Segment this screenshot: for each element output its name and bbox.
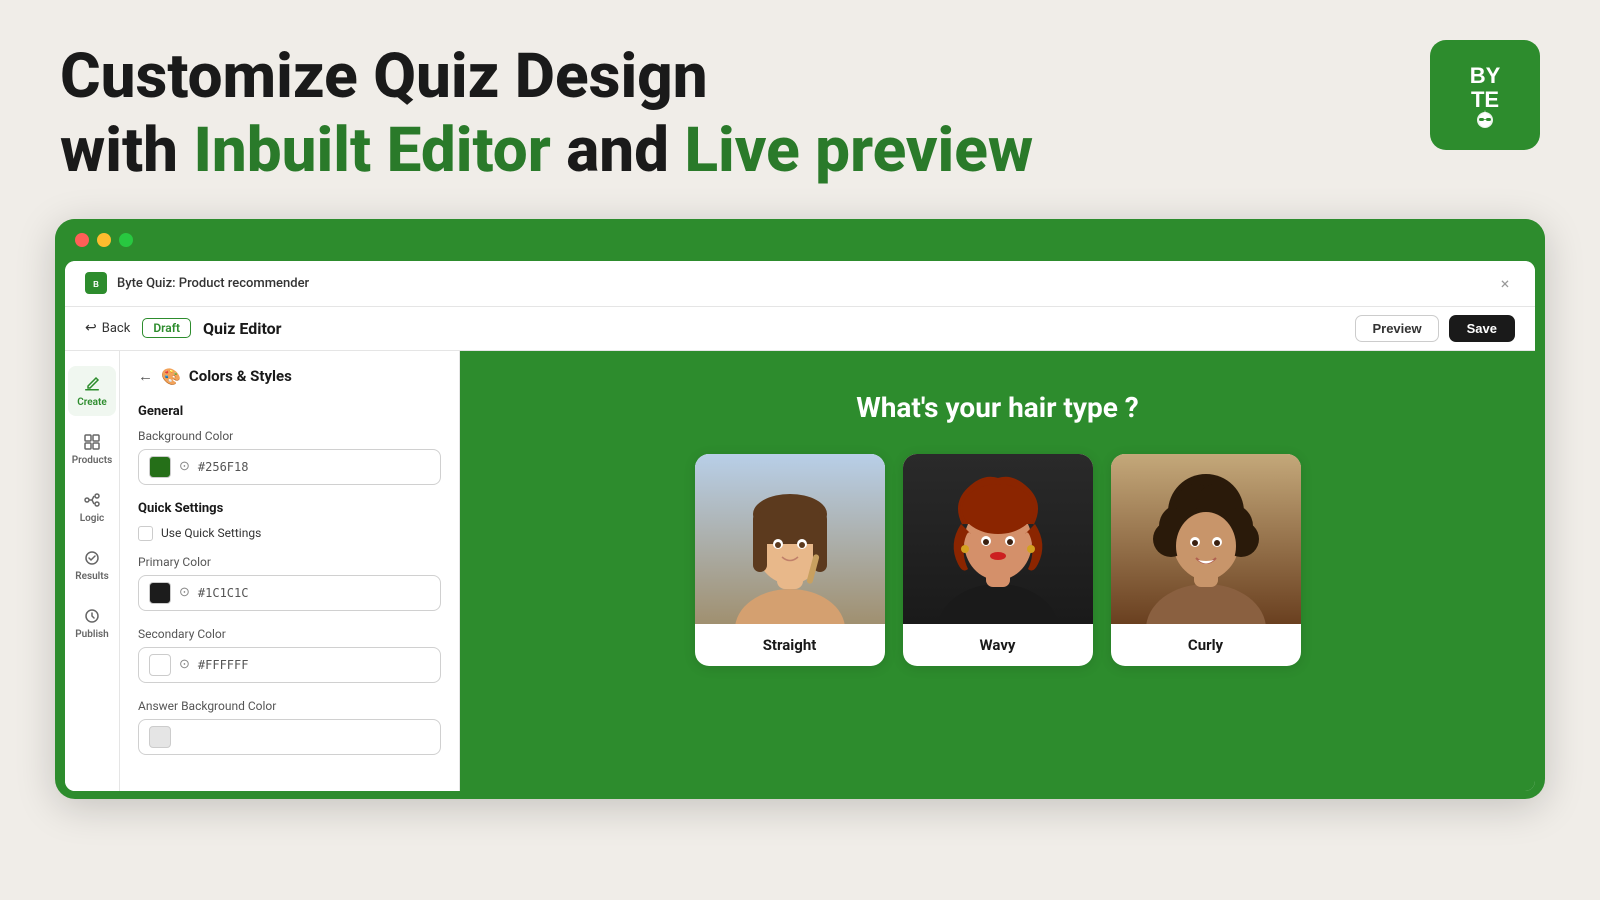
dot-red[interactable] (75, 233, 89, 247)
app-topbar-left: B Byte Quiz: Product recommender (85, 272, 309, 294)
svg-text:BY: BY (1470, 63, 1501, 88)
answer-label-curly: Curly (1188, 624, 1223, 666)
svg-text:TE: TE (1471, 87, 1499, 112)
browser-window: B Byte Quiz: Product recommender × ↩ Bac… (55, 219, 1545, 799)
primary-color-icon: ⊙ (179, 585, 190, 600)
panel-header: ← 🎨 Colors & Styles (138, 367, 441, 386)
primary-color-value: #1C1C1C (198, 586, 249, 600)
dot-yellow[interactable] (97, 233, 111, 247)
answer-bg-color-label: Answer Background Color (138, 699, 441, 713)
sidebar-item-logic-label: Logic (80, 513, 105, 524)
use-quick-settings-label: Use Quick Settings (161, 526, 261, 540)
answer-bg-color-swatch (149, 726, 171, 748)
use-quick-settings-checkbox[interactable] (138, 526, 153, 541)
sidebar-item-products-label: Products (72, 455, 112, 466)
secondary-color-swatch (149, 654, 171, 676)
settings-panel: ← 🎨 Colors & Styles General Background C… (120, 351, 460, 791)
panel-title: Colors & Styles (189, 367, 292, 385)
answer-image-straight (695, 454, 885, 624)
background-color-label: Background Color (138, 429, 441, 443)
save-button[interactable]: Save (1449, 315, 1515, 342)
close-button[interactable]: × (1495, 273, 1515, 293)
answer-cards-container: Straight (695, 454, 1301, 666)
answer-label-wavy: Wavy (980, 624, 1016, 666)
wavy-portrait-svg (903, 454, 1093, 624)
app-icon-svg: B (89, 276, 103, 290)
primary-color-swatch (149, 582, 171, 604)
browser-titlebar (55, 219, 1545, 261)
straight-portrait-svg (695, 454, 885, 624)
quick-settings-label: Quick Settings (138, 501, 441, 516)
app-title-icon: B (85, 272, 107, 294)
quiz-question: What's your hair type ? (856, 391, 1139, 424)
answer-bg-color-input[interactable] (138, 719, 441, 755)
create-icon (82, 374, 102, 394)
preview-button[interactable]: Preview (1355, 315, 1438, 342)
app-title-text: Byte Quiz: Product recommender (117, 276, 309, 291)
hero-title: Customize Quiz Design with Inbuilt Edito… (60, 40, 1540, 189)
back-label: Back (102, 321, 131, 336)
hero-green2: Live preview (684, 114, 1033, 187)
secondary-color-label: Secondary Color (138, 627, 441, 641)
app-window: B Byte Quiz: Product recommender × ↩ Bac… (65, 261, 1535, 791)
answer-label-straight: Straight (763, 624, 817, 666)
app-topbar: B Byte Quiz: Product recommender × (65, 261, 1535, 307)
panel-back-icon[interactable]: ← (138, 367, 153, 385)
answer-image-curly (1111, 454, 1301, 624)
answer-card-wavy[interactable]: Wavy (903, 454, 1093, 666)
sidebar-item-publish-label: Publish (75, 629, 109, 640)
sidebar-item-create-label: Create (77, 397, 107, 408)
sidebar-item-results[interactable]: Results (68, 540, 116, 590)
quiz-preview-area: What's your hair type ? (460, 351, 1535, 791)
svg-text:B: B (93, 280, 99, 289)
curly-portrait-svg (1111, 454, 1301, 624)
color-picker-icon: ⊙ (179, 459, 190, 474)
hero-line1: Customize Quiz Design (60, 40, 708, 113)
hero-line2-middle: and (551, 114, 685, 187)
answer-card-straight[interactable]: Straight (695, 454, 885, 666)
secondary-color-value: #FFFFFF (198, 658, 249, 672)
app-toolbar: ↩ Back Draft Quiz Editor Preview Save (65, 307, 1535, 351)
primary-color-input[interactable]: ⊙ #1C1C1C (138, 575, 441, 611)
background-color-swatch (149, 456, 171, 478)
sidebar-item-logic[interactable]: Logic (68, 482, 116, 532)
logic-icon (82, 490, 102, 510)
use-quick-settings-row[interactable]: Use Quick Settings (138, 526, 441, 541)
general-section-label: General (138, 404, 441, 419)
back-button[interactable]: ↩ Back (85, 320, 130, 336)
primary-color-label: Primary Color (138, 555, 441, 569)
quiz-editor-title: Quiz Editor (203, 319, 282, 338)
logo-badge: BY TE (1430, 40, 1540, 150)
panel-title-icon: 🎨 (161, 367, 181, 386)
publish-icon (82, 606, 102, 626)
sidebar-nav: Create Products Logic (65, 351, 120, 791)
back-arrow-icon: ↩ (85, 320, 97, 336)
hero-line2-prefix: with (60, 114, 193, 187)
sidebar-item-products[interactable]: Products (68, 424, 116, 474)
background-color-value: #256F18 (198, 460, 249, 474)
answer-card-curly[interactable]: Curly (1111, 454, 1301, 666)
answer-image-wavy (903, 454, 1093, 624)
results-icon (82, 548, 102, 568)
hero-section: Customize Quiz Design with Inbuilt Edito… (0, 0, 1600, 219)
toolbar-right: Preview Save (1355, 315, 1515, 342)
draft-badge: Draft (142, 318, 191, 338)
sidebar-item-create[interactable]: Create (68, 366, 116, 416)
products-icon (82, 432, 102, 452)
hero-green1: Inbuilt Editor (193, 114, 550, 187)
secondary-color-input[interactable]: ⊙ #FFFFFF (138, 647, 441, 683)
secondary-color-icon: ⊙ (179, 657, 190, 672)
sidebar-item-publish[interactable]: Publish (68, 598, 116, 648)
dot-green-window[interactable] (119, 233, 133, 247)
byte-logo-svg: BY TE (1445, 55, 1525, 135)
app-content: Create Products Logic (65, 351, 1535, 791)
sidebar-item-results-label: Results (75, 571, 109, 582)
background-color-input[interactable]: ⊙ #256F18 (138, 449, 441, 485)
toolbar-left: ↩ Back Draft Quiz Editor (85, 318, 282, 338)
